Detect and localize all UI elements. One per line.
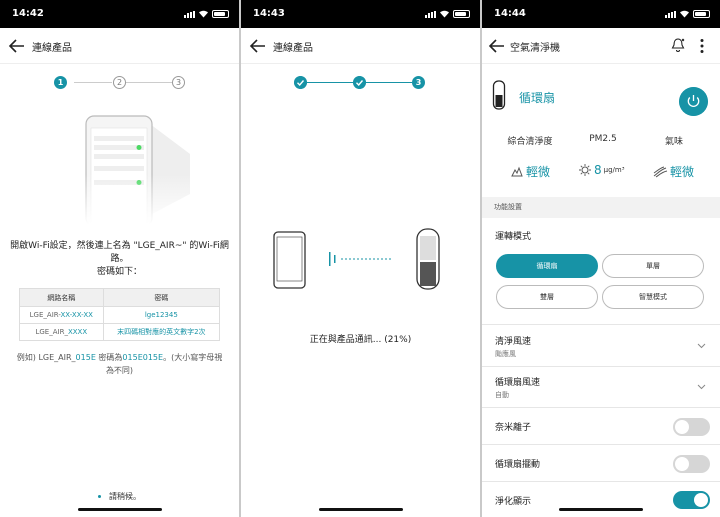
setting-row-nano-ion: 奈米離子 [482,407,720,444]
step-connector [366,82,412,83]
home-indicator[interactable] [559,508,643,511]
pm-particle-icon [579,164,591,176]
mode-button-circulator[interactable]: 循環扇 [496,254,598,278]
metric-odor: 輕微 [652,163,694,180]
mode-button-smart[interactable]: 智慧模式 [602,285,704,309]
chevron-down-icon [697,384,706,390]
device-mode-name: 循環扇 [519,91,556,105]
step-connector [126,82,172,83]
back-arrow-icon[interactable] [488,37,506,55]
wait-indicator: 請稍候。 [0,491,239,502]
battery-icon [693,10,710,18]
screen-connecting: 14:43 連線產品 3 正在與產品通訊... (21%) [241,0,480,517]
step-1: 1 [54,76,67,89]
metric-pm25: 8 μg/m³ [578,163,625,177]
chevron-down-icon [697,343,706,349]
back-arrow-icon[interactable] [8,37,26,55]
table-header: 網路名稱 [19,288,104,307]
setting-row-fan-swing: 循環扇擺動 [482,444,720,481]
screen-device-control: 14:44 空氣清淨機 循環扇 綜合清淨度 PM2.5 氣味 輕微 8 μg/m… [482,0,720,517]
cellular-signal-icon [425,11,436,18]
wifi-icon [680,10,689,18]
air-purifier-device-icon [492,80,506,110]
step-3: 3 [412,76,425,89]
page-title: 連線產品 [273,43,313,54]
home-indicator[interactable] [318,508,403,511]
table-row: LGE_AIR-XX-XX-XX lge12345 [19,306,221,324]
status-bar: 14:44 [482,0,720,28]
operation-mode-label: 運轉模式 [495,232,532,242]
nano-ion-toggle[interactable] [673,418,710,436]
fan-swing-toggle[interactable] [673,455,710,473]
table-header: 密碼 [102,288,221,307]
app-bar: 連線產品 [241,28,480,64]
step-done-check-icon [294,76,307,89]
metric-label-pm25: PM2.5 [589,134,617,144]
progress-stepper: 1 2 3 [0,76,239,90]
loading-spinner-icon [98,495,101,498]
battery-icon [212,10,229,18]
notification-bell-icon[interactable] [671,37,686,53]
odor-icon [653,166,668,177]
wifi-instruction: 開啟Wi-Fi設定，然後連上名為 "LGE_AIR~" 的Wi-Fi網路。 密碼… [10,241,229,277]
app-bar: 空氣清淨機 [482,28,720,64]
cellular-signal-icon [665,11,676,18]
setting-row-fan-speed[interactable]: 循環扇風速 自動 [482,366,720,407]
status-bar: 14:42 [0,0,239,28]
setting-row-purify-display: 淨化顯示 [482,481,720,517]
step-3: 3 [172,76,185,89]
status-time: 14:44 [494,8,526,19]
page-title: 連線產品 [32,43,72,54]
battery-icon [453,10,470,18]
status-time: 14:42 [12,8,44,19]
phone-to-purifier-illustration [273,228,440,290]
power-button[interactable] [679,87,708,116]
app-bar: 連線產品 [0,28,239,64]
status-time: 14:43 [253,8,285,19]
section-header: 功能設置 [482,197,720,218]
screen-connect-wifi: 14:42 連線產品 1 2 3 開啟Wi-Fi設定，然後連上名為 "LGE_A… [0,0,239,517]
metric-label-odor: 氣味 [664,137,683,147]
more-options-icon[interactable] [700,38,704,54]
step-done-check-icon [353,76,366,89]
home-indicator[interactable] [77,508,162,511]
purify-display-toggle[interactable] [673,491,710,509]
page-title: 空氣清淨機 [510,43,560,54]
step-2: 2 [113,76,126,89]
mode-button-single[interactable]: 單層 [602,254,704,278]
wifi-icon [440,10,449,18]
cellular-signal-icon [184,11,195,18]
phone-wifi-settings-illustration [60,115,190,224]
back-arrow-icon[interactable] [249,37,267,55]
metric-overall: 輕微 [510,163,550,180]
status-bar: 14:43 [241,0,480,28]
mode-button-double[interactable]: 雙層 [496,285,598,309]
table-row: LGE_AIR_XXXX 末四碼相對應的英文數字2次 [19,323,221,341]
metric-label-overall: 綜合清淨度 [507,137,553,147]
wifi-credentials-table: 網路名稱 密碼 LGE_AIR-XX-XX-XX lge12345 LGE_AI… [19,288,221,341]
step-connector [74,82,112,83]
wifi-icon [199,10,208,18]
step-connector [307,82,353,83]
air-quality-icon [511,166,523,177]
connection-progress-text: 正在與產品通訊... (21%) [309,335,412,345]
password-example: 例如) LGE_AIR_015E 密碼為015E015E。(大小寫字母視為不同) [16,353,223,375]
setting-row-clean-speed[interactable]: 清淨風速 颱應風 [482,324,720,366]
